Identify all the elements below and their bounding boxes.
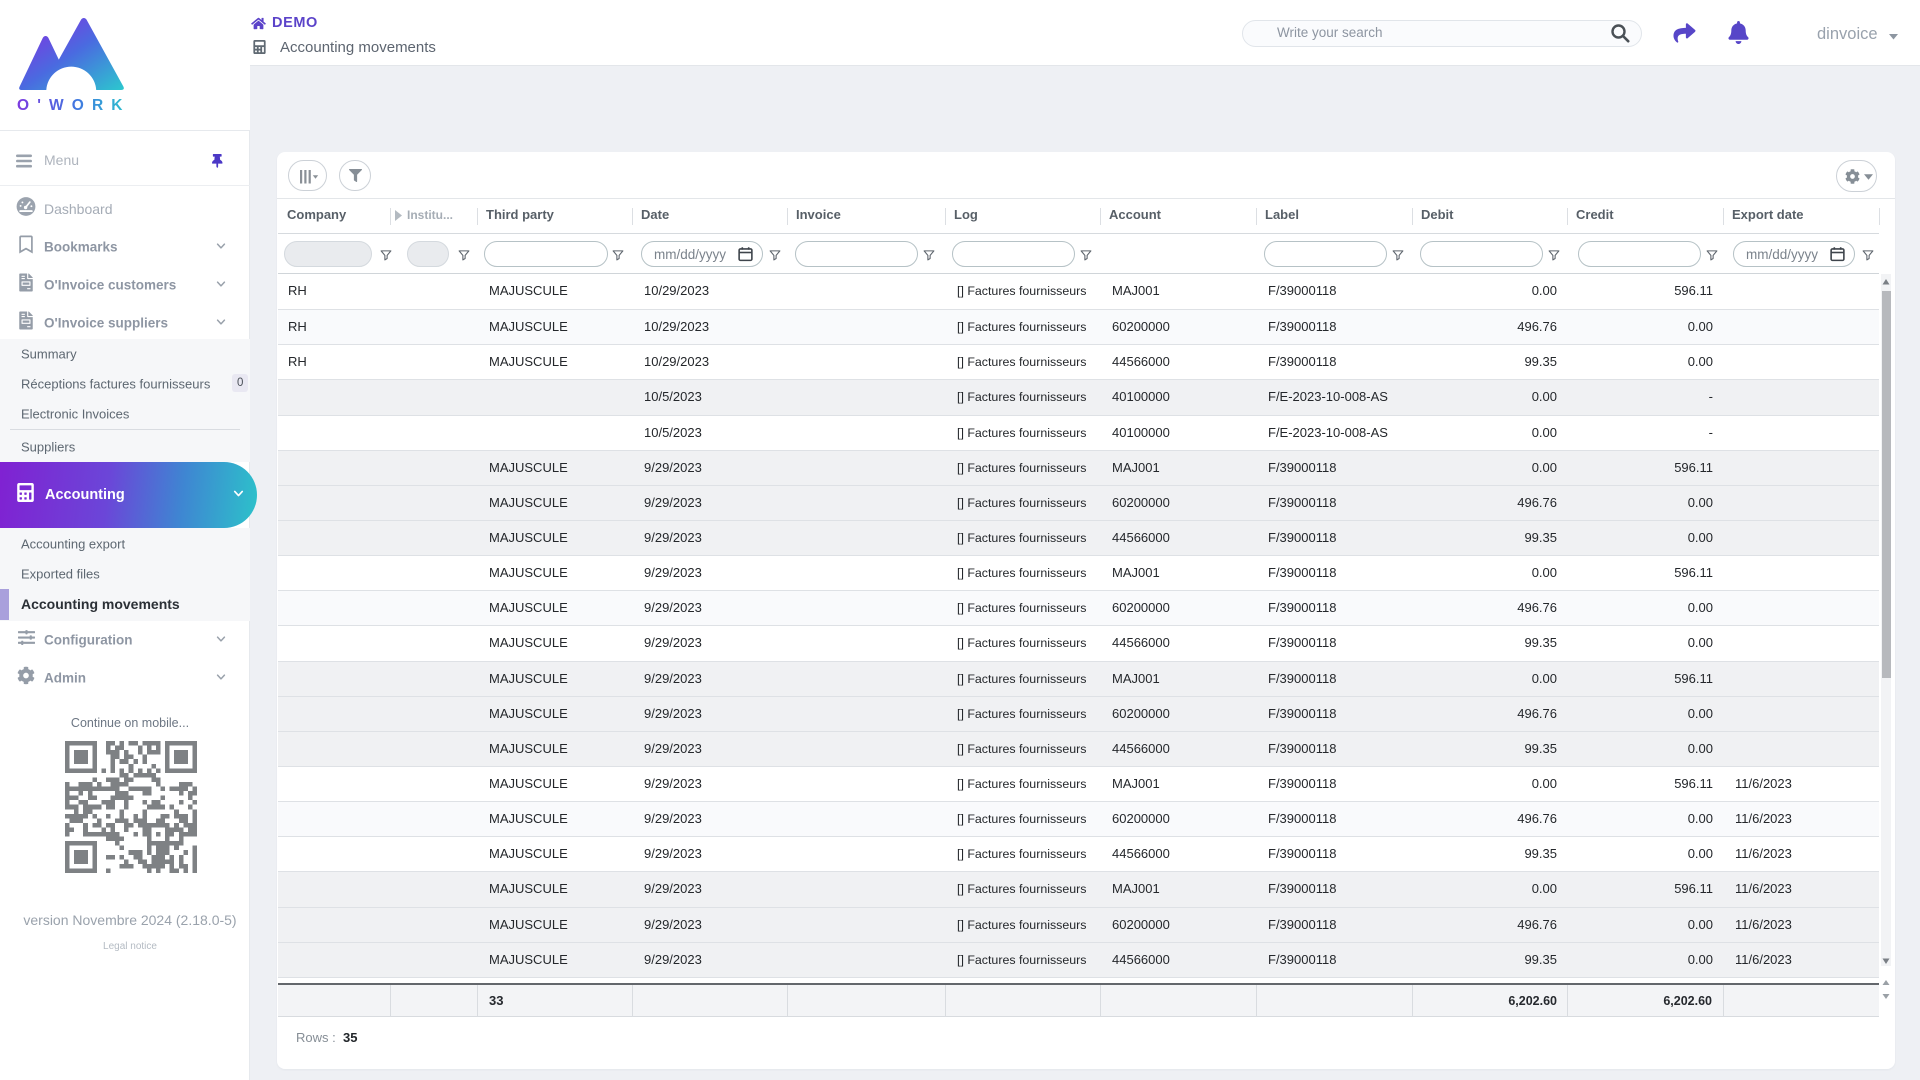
- svg-text:O'WORK: O'WORK: [17, 97, 125, 114]
